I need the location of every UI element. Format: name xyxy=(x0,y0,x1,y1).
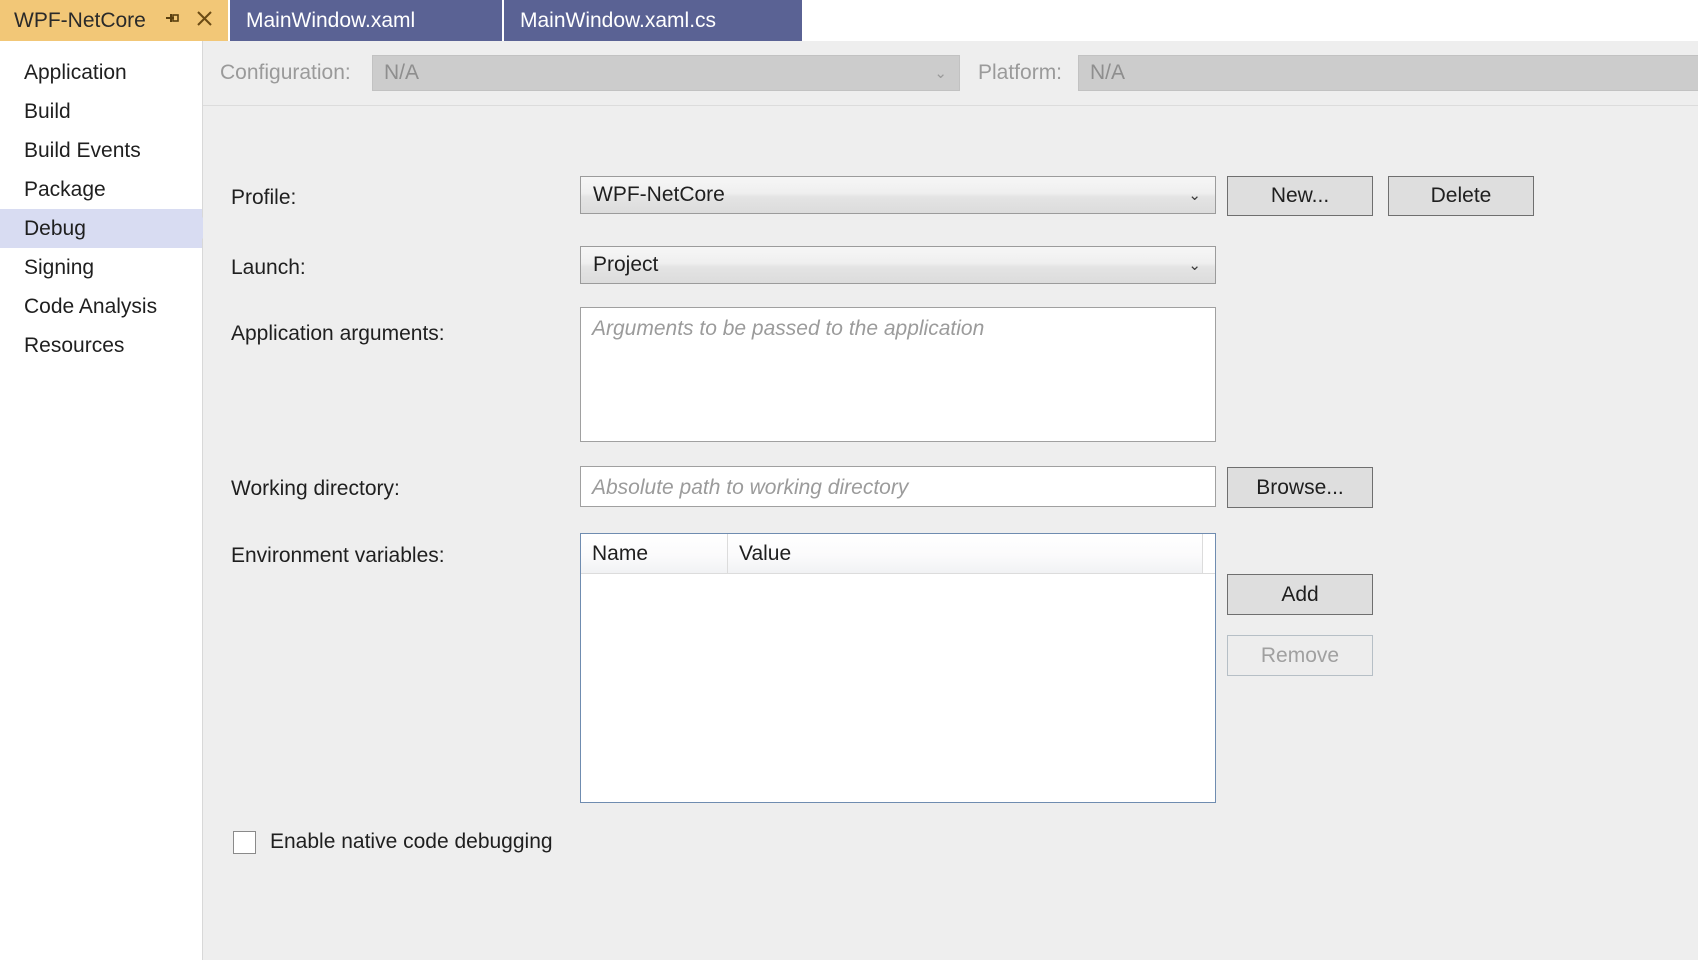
launch-dropdown[interactable]: Project ⌄ xyxy=(580,246,1216,284)
delete-profile-button-label: Delete xyxy=(1430,184,1492,207)
chevron-down-icon: ⌄ xyxy=(1188,257,1201,274)
enable-native-debugging-row[interactable]: Enable native code debugging xyxy=(233,830,553,854)
environment-variables-label: Environment variables: xyxy=(231,544,445,567)
pin-icon[interactable] xyxy=(164,11,181,31)
bottom-strip xyxy=(0,888,1698,960)
working-directory-label: Working directory: xyxy=(231,477,400,500)
sidebar-item-application[interactable]: Application xyxy=(0,53,202,92)
sidebar-item-label: Application xyxy=(24,61,127,84)
sidebar-item-debug[interactable]: Debug xyxy=(0,209,214,248)
configuration-label: Configuration: xyxy=(220,61,351,84)
sidebar-item-code-analysis[interactable]: Code Analysis xyxy=(0,287,202,326)
profile-label: Profile: xyxy=(231,186,297,209)
grid-header-row: Name Value xyxy=(581,534,1215,574)
sidebar-item-label: Signing xyxy=(24,256,95,279)
platform-dropdown[interactable]: N/A xyxy=(1078,55,1698,91)
sidebar-item-label: Resources xyxy=(24,334,125,357)
working-directory-input[interactable]: Absolute path to working directory xyxy=(580,466,1216,507)
browse-button[interactable]: Browse... xyxy=(1227,467,1373,508)
bottom-strip-sidebar xyxy=(0,888,203,960)
enable-native-debugging-checkbox[interactable] xyxy=(233,830,256,854)
delete-profile-button[interactable]: Delete xyxy=(1388,176,1534,216)
remove-environment-variable-button[interactable]: Remove xyxy=(1227,635,1373,676)
new-profile-button[interactable]: New... xyxy=(1227,176,1373,216)
configuration-value: N/A xyxy=(384,61,420,84)
configuration-dropdown[interactable]: N/A ⌄ xyxy=(372,55,960,91)
properties-sidebar: Application Build Build Events Package D… xyxy=(0,41,214,888)
bottom-strip-main xyxy=(203,888,1698,960)
profile-value: WPF-NetCore xyxy=(593,183,725,206)
sidebar-item-build[interactable]: Build xyxy=(0,92,202,131)
chevron-down-icon: ⌄ xyxy=(934,65,947,82)
project-properties-window: WPF-NetCore MainWindow.xaml MainWindow.x… xyxy=(0,0,1698,960)
grid-column-header-name[interactable]: Name xyxy=(581,534,728,573)
tab-mainwindow-xaml-cs[interactable]: MainWindow.xaml.cs xyxy=(504,0,802,41)
sidebar-item-label: Debug xyxy=(24,217,86,240)
launch-label: Launch: xyxy=(231,256,306,279)
tab-label: WPF-NetCore xyxy=(14,8,146,32)
tab-label: MainWindow.xaml.cs xyxy=(520,8,717,32)
configuration-bar: Configuration: N/A ⌄ Platform: N/A xyxy=(203,41,1698,106)
sidebar-item-label: Build Events xyxy=(24,139,141,162)
application-arguments-input[interactable]: Arguments to be passed to the applicatio… xyxy=(580,307,1216,442)
application-arguments-label: Application arguments: xyxy=(231,322,445,345)
close-icon[interactable] xyxy=(195,9,214,32)
add-environment-variable-button[interactable]: Add xyxy=(1227,574,1373,615)
tab-wpf-netcore[interactable]: WPF-NetCore xyxy=(0,0,228,41)
sidebar-item-label: Build xyxy=(24,100,71,123)
profile-dropdown[interactable]: WPF-NetCore ⌄ xyxy=(580,176,1216,214)
platform-label: Platform: xyxy=(978,61,1063,84)
enable-native-debugging-label: Enable native code debugging xyxy=(270,830,553,853)
remove-button-label: Remove xyxy=(1260,643,1340,667)
grid-column-header-value[interactable]: Value xyxy=(728,534,1202,573)
debug-settings-pane: Configuration: N/A ⌄ Platform: N/A Profi… xyxy=(203,41,1698,888)
tab-bar: WPF-NetCore MainWindow.xaml MainWindow.x… xyxy=(0,0,1698,41)
sidebar-item-label: Code Analysis xyxy=(24,295,158,318)
new-profile-button-label: New... xyxy=(1270,184,1330,207)
sidebar-item-signing[interactable]: Signing xyxy=(0,248,202,287)
platform-value: N/A xyxy=(1090,61,1126,84)
sidebar-item-build-events[interactable]: Build Events xyxy=(0,131,202,170)
application-arguments-placeholder: Arguments to be passed to the applicatio… xyxy=(592,317,985,340)
grid-header-corner xyxy=(1202,534,1215,573)
add-button-label: Add xyxy=(1281,582,1319,606)
tab-bar-filler xyxy=(802,0,1698,41)
launch-value: Project xyxy=(593,253,659,276)
sidebar-item-package[interactable]: Package xyxy=(0,170,202,209)
sidebar-item-label: Package xyxy=(24,178,106,201)
browse-button-label: Browse... xyxy=(1256,475,1344,499)
environment-variables-grid[interactable]: Name Value xyxy=(580,533,1216,803)
tab-label: MainWindow.xaml xyxy=(246,8,416,32)
sidebar-item-resources[interactable]: Resources xyxy=(0,326,202,365)
working-directory-placeholder: Absolute path to working directory xyxy=(592,476,909,499)
chevron-down-icon: ⌄ xyxy=(1188,187,1201,204)
tab-mainwindow-xaml[interactable]: MainWindow.xaml xyxy=(230,0,502,41)
